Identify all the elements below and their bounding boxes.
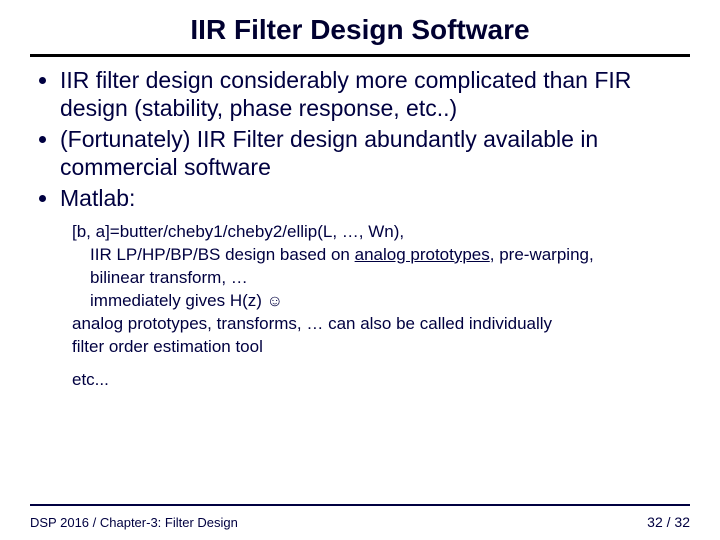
slide-title: IIR Filter Design Software [30, 14, 690, 46]
code-line: etc... [44, 369, 690, 392]
code-line: immediately gives H(z) ☺ [44, 290, 690, 313]
bullet-list: IIR filter design considerably more comp… [30, 67, 690, 213]
title-rule [30, 54, 690, 57]
footer-right: 32 / 32 [647, 514, 690, 530]
footer-left: DSP 2016 / Chapter-3: Filter Design [30, 515, 238, 530]
code-line: analog prototypes, transforms, … can als… [44, 313, 690, 336]
bullet-item: (Fortunately) IIR Filter design abundant… [60, 126, 690, 181]
spacer [44, 359, 690, 369]
code-line: filter order estimation tool [44, 336, 690, 359]
code-text: immediately gives H(z) [90, 291, 267, 310]
bullet-item: IIR filter design considerably more comp… [60, 67, 690, 122]
smiley-icon: ☺ [267, 291, 283, 313]
code-text: IIR LP/HP/BP/BS design based on [90, 245, 355, 264]
footer-rule [30, 504, 690, 506]
bullet-item: Matlab: [60, 185, 690, 213]
code-line: bilinear transform, … [44, 267, 690, 290]
code-line: IIR LP/HP/BP/BS design based on analog p… [44, 244, 690, 267]
slide: IIR Filter Design Software IIR filter de… [0, 0, 720, 540]
code-block: [b, a]=butter/cheby1/cheby2/ellip(L, …, … [44, 221, 690, 392]
code-text: , pre-warping, [490, 245, 594, 264]
code-line: [b, a]=butter/cheby1/cheby2/ellip(L, …, … [44, 221, 690, 244]
underline-text: analog prototypes [355, 245, 490, 264]
